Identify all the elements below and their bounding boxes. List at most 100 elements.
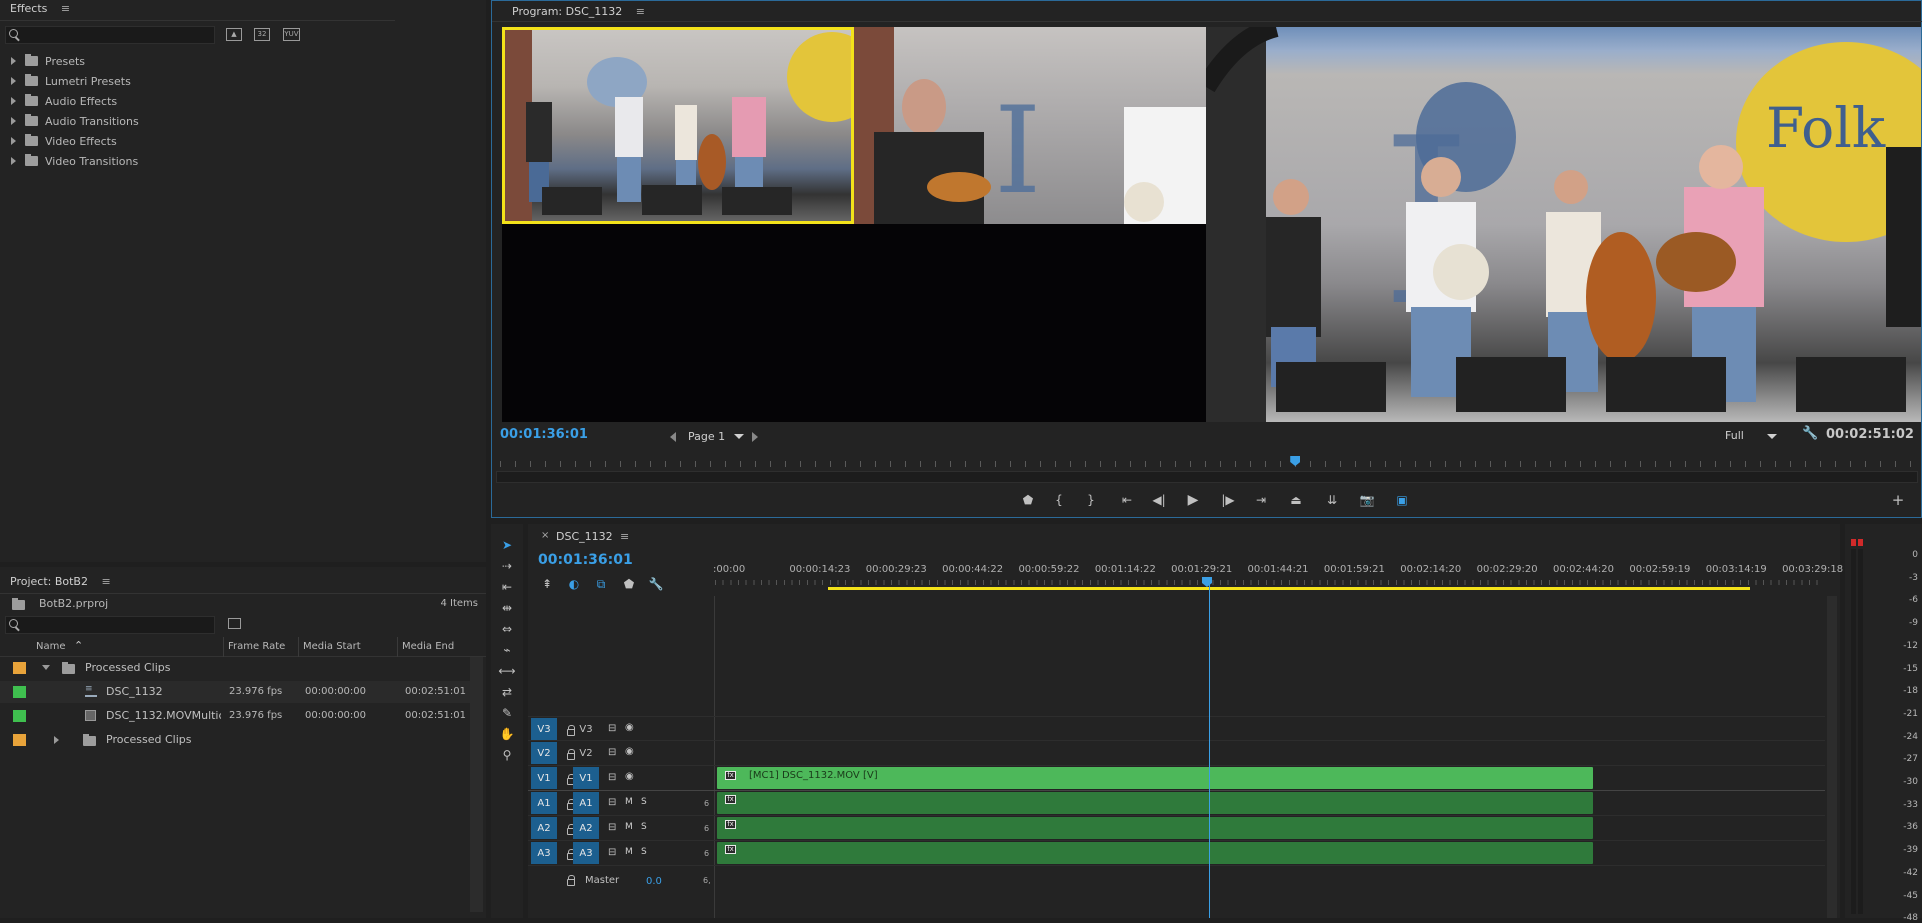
expand-arrow-icon[interactable] <box>11 97 16 105</box>
audio-clip-a3[interactable]: fx <box>717 842 1594 864</box>
lift-icon[interactable]: ⏏ <box>1287 491 1305 509</box>
timeline-playhead-handle[interactable] <box>1202 577 1212 587</box>
meter-peak-indicator[interactable] <box>1858 539 1863 546</box>
track-target-v3[interactable]: V3 <box>573 718 599 740</box>
panel-menu-icon[interactable]: ≡ <box>101 575 110 588</box>
extract-icon[interactable]: ⇊ <box>1323 491 1341 509</box>
video-clip[interactable]: fx [MC1] DSC_1132.MOV [V] <box>717 767 1594 789</box>
zoom-tool-icon[interactable]: ⚲ <box>498 746 516 764</box>
label-color-swatch[interactable] <box>13 662 26 674</box>
solo-track-button[interactable]: S <box>641 847 647 857</box>
source-patch-v3[interactable]: V3 <box>531 718 557 740</box>
source-patch-a3[interactable]: A3 <box>531 842 557 864</box>
mute-track-button[interactable]: M <box>625 822 633 832</box>
program-current-timecode[interactable]: 00:01:36:01 <box>500 427 588 442</box>
page-prev-icon[interactable] <box>670 432 676 442</box>
page-dropdown-icon[interactable] <box>734 434 744 439</box>
go-to-out-icon[interactable]: ⇥ <box>1252 491 1270 509</box>
label-color-swatch[interactable] <box>13 686 26 698</box>
timeline-current-timecode[interactable]: 00:01:36:01 <box>538 552 633 568</box>
settings-wrench-icon[interactable]: 🔧 <box>1802 426 1818 441</box>
expand-arrow-icon[interactable] <box>11 57 16 65</box>
project-panel-header[interactable]: Project: BotB2 ≡ <box>0 573 121 593</box>
project-row[interactable]: DSC_1132.MOVMultic 23.976 fps 00:00:00:0… <box>0 705 470 727</box>
track-target-a1[interactable]: A1 <box>573 792 599 814</box>
slip-tool-icon[interactable]: ⟷ <box>498 662 516 680</box>
solo-track-button[interactable]: S <box>641 797 647 807</box>
work-area-bar[interactable] <box>827 587 1751 590</box>
snap-icon[interactable]: ◐ <box>565 575 583 593</box>
expand-arrow-icon[interactable] <box>54 736 59 744</box>
voice-over-icon[interactable]: 6 <box>704 849 709 858</box>
play-icon[interactable]: ▶ <box>1184 491 1202 509</box>
panel-menu-icon[interactable]: ≡ <box>636 5 645 18</box>
column-divider[interactable] <box>397 637 398 657</box>
project-row[interactable]: ≡ DSC_1132 23.976 fps 00:00:00:00 00:02:… <box>0 681 470 703</box>
mark-in-icon[interactable]: { <box>1050 491 1068 509</box>
master-volume-value[interactable]: 0.0 <box>646 876 662 887</box>
column-name-header[interactable]: Name <box>36 641 66 652</box>
mark-out-icon[interactable]: } <box>1082 491 1100 509</box>
timeline-ruler[interactable]: :00:00 00:00:14:23 00:00:29:23 00:00:44:22 0… <box>713 562 1871 594</box>
toggle-output-eye-icon[interactable]: ◉ <box>625 746 634 757</box>
go-to-in-icon[interactable]: ⇤ <box>1118 491 1136 509</box>
sync-lock-icon[interactable]: ⊟ <box>608 772 616 783</box>
project-search-field[interactable] <box>5 616 215 634</box>
track-target-v1[interactable]: V1 <box>573 767 599 789</box>
add-marker-icon[interactable]: ⬟ <box>620 575 638 593</box>
lock-icon[interactable] <box>567 875 575 886</box>
page-next-icon[interactable] <box>752 432 758 442</box>
program-monitor-header[interactable]: Program: DSC_1132 ≡ <box>502 3 655 23</box>
track-target-v2[interactable]: V2 <box>573 742 599 764</box>
step-back-icon[interactable]: ◀| <box>1150 491 1168 509</box>
source-patch-v1[interactable]: V1 <box>531 767 557 789</box>
audio-clip-a1[interactable]: fx <box>717 792 1594 814</box>
multicam-toggle-icon[interactable]: ▣ <box>1393 491 1411 509</box>
column-divider[interactable] <box>223 637 224 657</box>
effects-item-lumetri-presets[interactable]: Lumetri Presets <box>0 71 131 91</box>
voice-over-icon[interactable]: 6 <box>704 799 709 808</box>
rate-stretch-tool-icon[interactable]: ⇔ <box>498 620 516 638</box>
column-frame-rate-header[interactable]: Frame Rate <box>228 641 285 652</box>
column-media-start-header[interactable]: Media Start <box>303 641 361 652</box>
source-patch-a2[interactable]: A2 <box>531 817 557 839</box>
sort-ascending-icon[interactable]: ⌃ <box>74 639 83 652</box>
close-icon[interactable]: × <box>541 530 549 541</box>
voice-over-icon[interactable]: 6 <box>704 824 709 833</box>
razor-tool-icon[interactable]: ⌁ <box>498 641 516 659</box>
program-preview[interactable]: I Folk <box>1206 27 1921 422</box>
effects-item-video-effects[interactable]: Video Effects <box>0 131 117 151</box>
yuv-effects-icon[interactable]: YUV <box>283 28 300 41</box>
audio-clip-a2[interactable]: fx <box>717 817 1594 839</box>
source-patch-v2[interactable]: V2 <box>531 742 557 764</box>
effects-item-audio-effects[interactable]: Audio Effects <box>0 91 117 111</box>
nest-sequences-icon[interactable]: ⇞ <box>538 575 556 593</box>
program-zoom-scrollbar[interactable] <box>496 471 1918 483</box>
timeline-vertical-scrollbar[interactable] <box>1827 596 1837 918</box>
sync-lock-icon[interactable]: ⊟ <box>608 847 616 858</box>
effects-search-field[interactable] <box>5 26 215 44</box>
linked-selection-icon[interactable]: ⧉ <box>592 575 610 593</box>
mute-track-button[interactable]: M <box>625 847 633 857</box>
toggle-output-eye-icon[interactable]: ◉ <box>625 771 634 782</box>
multicam-angle-2[interactable]: I <box>854 27 1208 224</box>
label-color-swatch[interactable] <box>13 734 26 746</box>
multicam-view[interactable]: I <box>502 27 1208 422</box>
column-media-end-header[interactable]: Media End <box>402 641 454 652</box>
toggle-output-eye-icon[interactable]: ◉ <box>625 722 634 733</box>
solo-track-button[interactable]: S <box>641 822 647 832</box>
32bit-color-icon[interactable]: 32 <box>254 28 270 41</box>
column-divider[interactable] <box>298 637 299 657</box>
sync-lock-icon[interactable]: ⊟ <box>608 747 616 758</box>
sync-lock-icon[interactable]: ⊟ <box>608 822 616 833</box>
selection-tool-icon[interactable]: ➤ <box>498 536 516 554</box>
source-patch-a1[interactable]: A1 <box>531 792 557 814</box>
collapse-arrow-icon[interactable] <box>42 665 50 670</box>
expand-arrow-icon[interactable] <box>11 117 16 125</box>
label-color-swatch[interactable] <box>13 710 26 722</box>
program-time-ruler[interactable] <box>492 451 1921 484</box>
sync-lock-icon[interactable]: ⊟ <box>608 723 616 734</box>
slide-tool-icon[interactable]: ⇄ <box>498 683 516 701</box>
effects-item-presets[interactable]: Presets <box>0 51 85 71</box>
add-marker-icon[interactable]: ⬟ <box>1019 491 1037 509</box>
